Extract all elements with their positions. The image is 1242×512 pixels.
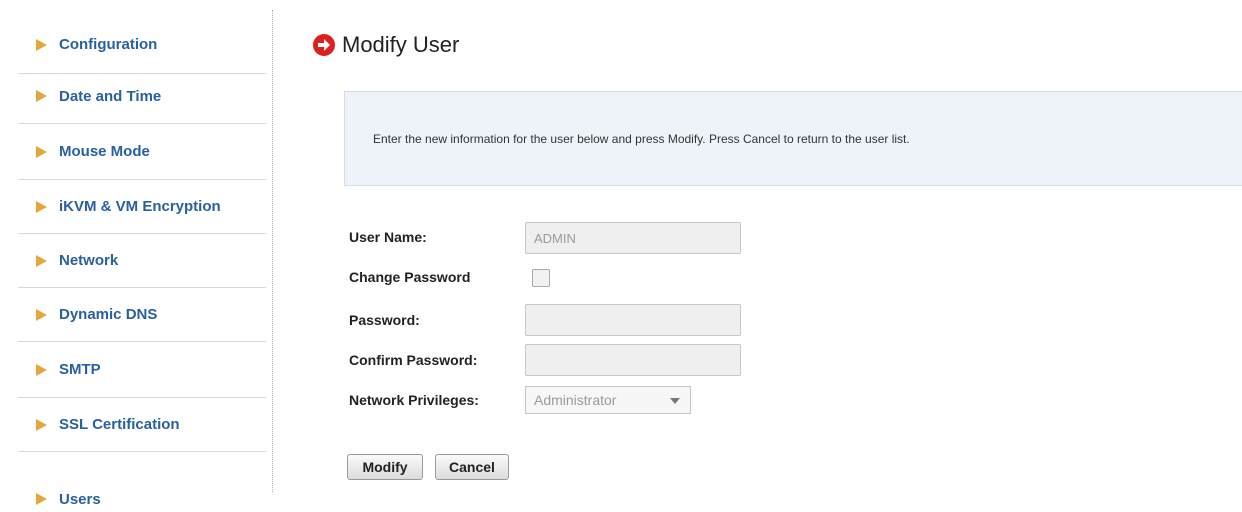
sidebar-item-mouse-mode[interactable]: Mouse Mode	[18, 124, 266, 180]
sidebar-item-label: SSL Certification	[59, 416, 180, 433]
change-password-label: Change Password	[349, 269, 471, 285]
confirm-password-row: Confirm Password:	[349, 352, 477, 368]
change-password-checkbox[interactable]	[532, 269, 550, 287]
right-triangle-icon	[36, 90, 47, 102]
sidebar-item-label: SMTP	[59, 361, 101, 378]
page-title: Modify User	[342, 32, 460, 57]
cancel-button[interactable]: Cancel	[435, 454, 509, 480]
sidebar-item-ssl-certification[interactable]: SSL Certification	[18, 398, 266, 452]
sidebar-item-label: Configuration	[59, 36, 158, 53]
sidebar-item-dynamic-dns[interactable]: Dynamic DNS	[18, 288, 266, 342]
sidebar-item-network[interactable]: Network	[18, 234, 266, 288]
sidebar-item-ikvm-vm-encryption[interactable]: iKVM & VM Encryption	[18, 180, 266, 234]
confirm-password-label: Confirm Password:	[349, 352, 478, 368]
network-privileges-value: Administrator	[534, 392, 617, 408]
right-triangle-icon	[36, 200, 47, 213]
right-triangle-icon	[36, 38, 47, 51]
password-row: Password:	[349, 312, 420, 328]
info-box: Enter the new information for the user b…	[344, 91, 1242, 186]
info-text: Enter the new information for the user b…	[373, 132, 910, 146]
sidebar-item-date-and-time[interactable]: Date and Time	[18, 74, 266, 124]
change-password-row: Change Password	[349, 269, 470, 285]
confirm-password-input[interactable]	[525, 344, 741, 376]
sidebar-item-configuration[interactable]: Configuration	[18, 16, 266, 74]
right-triangle-icon	[36, 254, 47, 267]
sidebar-item-label: Network	[59, 252, 119, 269]
sidebar-divider	[272, 10, 273, 492]
right-triangle-icon	[36, 363, 47, 376]
right-triangle-icon	[36, 308, 47, 321]
right-triangle-icon	[36, 418, 47, 431]
modify-button[interactable]: Modify	[347, 454, 423, 480]
right-triangle-icon	[36, 145, 47, 158]
password-label: Password:	[349, 312, 420, 328]
page-header: Modify User	[313, 32, 459, 58]
sidebar-item-users[interactable]: Users	[18, 452, 266, 512]
user-name-row: User Name:	[349, 229, 427, 245]
network-privileges-row: Network Privileges:	[349, 392, 479, 408]
sidebar-item-label: Dynamic DNS	[59, 306, 158, 323]
sidebar-item-label: Mouse Mode	[59, 143, 150, 160]
sidebar-item-label: Date and Time	[59, 88, 162, 105]
password-input[interactable]	[525, 304, 741, 336]
user-name-input[interactable]	[525, 222, 741, 254]
sidebar-item-label: Users	[59, 491, 101, 508]
sidebar-item-smtp[interactable]: SMTP	[18, 342, 266, 398]
right-triangle-icon	[36, 493, 47, 505]
sidebar-item-label: iKVM & VM Encryption	[59, 198, 221, 215]
red-circle-arrow-icon	[313, 34, 335, 56]
user-name-label: User Name:	[349, 229, 427, 245]
sidebar-nav: Configuration Date and Time Mouse Mode i…	[18, 16, 266, 512]
chevron-down-icon	[670, 398, 680, 404]
network-privileges-select[interactable]: Administrator	[525, 386, 691, 414]
network-privileges-label: Network Privileges:	[349, 392, 479, 408]
